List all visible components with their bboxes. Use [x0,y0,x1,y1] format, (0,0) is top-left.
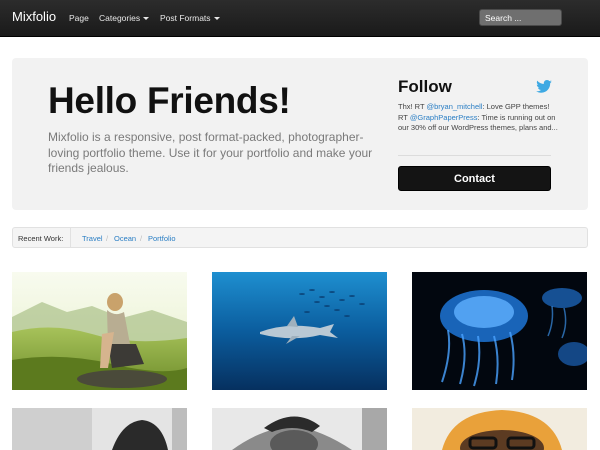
gallery-item-woman-portrait[interactable] [12,408,187,450]
contact-button[interactable]: Contact [398,166,551,191]
gallery-item-woman-valley[interactable] [12,272,187,390]
chevron-down-icon [143,17,150,20]
breadcrumb-separator: / [140,234,143,243]
hero-unit: Hello Friends! Mixfolio is a responsive,… [12,58,588,210]
tweet-text: Thx! RT [398,102,427,111]
photo-thumbnail [12,408,187,450]
breadcrumb-label: Recent Work: [18,234,64,243]
breadcrumb-link-ocean[interactable]: Ocean [114,234,136,243]
gallery-item-orange-scarf[interactable] [412,408,587,450]
top-navbar: Mixfolio Page Categories Post Formats [0,0,600,37]
follow-heading: Follow [398,77,452,96]
search-input[interactable] [479,9,562,26]
divider [398,155,551,156]
chevron-down-icon [213,17,220,20]
breadcrumb-separator: / [106,234,109,243]
photo-thumbnail [412,272,587,390]
tweet-mention-link[interactable]: @GraphPaperPress [410,113,478,122]
twitter-bird-icon[interactable] [536,80,552,93]
nav-item-post-formats[interactable]: Post Formats [160,13,220,23]
divider [70,227,71,248]
hero-title: Hello Friends! [48,80,291,121]
gallery-item-man-portrait[interactable] [212,408,387,450]
nav-item-categories[interactable]: Categories [99,13,150,23]
breadcrumb: Recent Work: Travel / Ocean / Portfolio [12,227,588,248]
photo-thumbnail [412,408,587,450]
breadcrumb-link-portfolio[interactable]: Portfolio [148,234,176,243]
hero-description: Mixfolio is a responsive, post format-pa… [48,130,373,175]
gallery-item-jellyfish[interactable] [412,272,587,390]
nav-item-page[interactable]: Page [69,13,89,23]
latest-tweet: Thx! RT @bryan_mitchell: Love GPP themes… [398,102,558,134]
breadcrumb-link-travel[interactable]: Travel [82,234,103,243]
nav-item-label: Post Formats [160,13,211,23]
photo-thumbnail [212,408,387,450]
photo-thumbnail [12,272,187,390]
nav-item-label: Categories [99,13,141,23]
gallery-item-shark[interactable] [212,272,387,390]
photo-thumbnail [212,272,387,390]
tweet-mention-link[interactable]: @bryan_mitchell [426,102,482,111]
site-brand[interactable]: Mixfolio [12,9,56,24]
nav-item-label: Page [69,13,89,23]
